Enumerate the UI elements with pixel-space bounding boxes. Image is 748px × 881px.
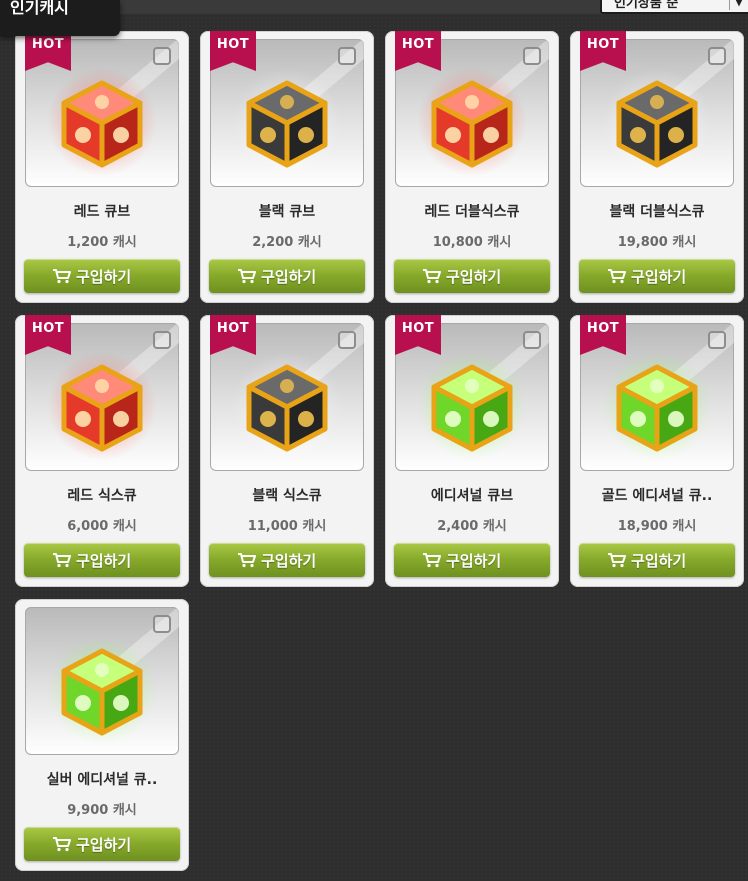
- product-price: 18,900 캐시: [617, 519, 697, 534]
- hot-badge-label: HOT: [586, 37, 620, 52]
- product-price: 9,900 캐시: [67, 803, 137, 818]
- product-price: 19,800 캐시: [617, 235, 697, 250]
- buy-button[interactable]: 구입하기: [24, 259, 180, 293]
- product-name[interactable]: 실버 에디셔널 큐..: [15, 769, 189, 789]
- product-price: 2,400 캐시: [437, 519, 507, 534]
- cart-icon: [607, 268, 627, 284]
- product-card[interactable]: HOT 레드 큐브 1,200 캐시구입하기: [15, 31, 189, 303]
- select-checkbox[interactable]: [153, 615, 171, 633]
- black-cube-icon: [607, 73, 707, 173]
- cart-icon: [52, 552, 72, 568]
- product-card[interactable]: HOT 블랙 큐브 2,200 캐시구입하기: [200, 31, 374, 303]
- black-cube-icon: [237, 357, 337, 457]
- cart-icon: [607, 552, 627, 568]
- hot-badge-label: HOT: [401, 37, 435, 52]
- select-checkbox[interactable]: [338, 331, 356, 349]
- buy-button-label: 구입하기: [631, 552, 687, 570]
- red-cube-icon: [52, 73, 152, 173]
- green-cube-icon: [52, 641, 152, 741]
- sort-dropdown-value: 인기상품 순: [614, 0, 679, 11]
- cart-icon: [237, 268, 257, 284]
- buy-button-label: 구입하기: [261, 552, 317, 570]
- product-card[interactable]: HOT 골드 에디셔널 큐.. 18,900 캐시구입하기: [570, 315, 744, 587]
- product-name[interactable]: 에디셔널 큐브: [385, 485, 559, 505]
- select-checkbox[interactable]: [708, 47, 726, 65]
- product-image[interactable]: [25, 607, 179, 755]
- buy-button-label: 구입하기: [446, 552, 502, 570]
- green-cube-icon: [607, 357, 707, 457]
- product-price: 6,000 캐시: [67, 519, 137, 534]
- product-price: 11,000 캐시: [247, 519, 327, 534]
- product-price: 10,800 캐시: [432, 235, 512, 250]
- hot-badge-label: HOT: [401, 321, 435, 336]
- product-card[interactable]: HOT 블랙 더블식스큐 19,800 캐시구입하기: [570, 31, 744, 303]
- buy-button-label: 구입하기: [76, 268, 132, 286]
- product-card[interactable]: 실버 에디셔널 큐.. 9,900 캐시구입하기: [15, 599, 189, 871]
- product-name[interactable]: 레드 더블식스큐: [385, 201, 559, 221]
- buy-button[interactable]: 구입하기: [24, 827, 180, 861]
- hot-badge-label: HOT: [216, 37, 250, 52]
- product-name[interactable]: 블랙 식스큐: [200, 485, 374, 505]
- product-price: 1,200 캐시: [67, 235, 137, 250]
- buy-button-label: 구입하기: [631, 268, 687, 286]
- select-checkbox[interactable]: [523, 47, 541, 65]
- category-tab[interactable]: 인기캐시: [0, 0, 120, 36]
- product-price: 2,200 캐시: [252, 235, 322, 250]
- product-card[interactable]: HOT 에디셔널 큐브 2,400 캐시구입하기: [385, 315, 559, 587]
- hot-badge-label: HOT: [216, 321, 250, 336]
- select-checkbox[interactable]: [523, 331, 541, 349]
- product-name[interactable]: 골드 에디셔널 큐..: [570, 485, 744, 505]
- select-checkbox[interactable]: [153, 47, 171, 65]
- buy-button[interactable]: 구입하기: [394, 259, 550, 293]
- product-name[interactable]: 블랙 더블식스큐: [570, 201, 744, 221]
- hot-badge-label: HOT: [31, 321, 65, 336]
- buy-button-label: 구입하기: [76, 836, 132, 854]
- cart-icon: [52, 836, 72, 852]
- category-tab-label: 인기캐시: [10, 0, 69, 17]
- select-checkbox[interactable]: [338, 47, 356, 65]
- product-name[interactable]: 레드 큐브: [15, 201, 189, 221]
- product-card[interactable]: HOT 레드 더블식스큐 10,800 캐시구입하기: [385, 31, 559, 303]
- buy-button[interactable]: 구입하기: [209, 543, 365, 577]
- buy-button-label: 구입하기: [446, 268, 502, 286]
- buy-button[interactable]: 구입하기: [209, 259, 365, 293]
- product-name[interactable]: 블랙 큐브: [200, 201, 374, 221]
- buy-button[interactable]: 구입하기: [394, 543, 550, 577]
- black-cube-icon: [237, 73, 337, 173]
- hot-badge-label: HOT: [31, 37, 65, 52]
- red-cube-icon: [422, 73, 522, 173]
- cart-icon: [52, 268, 72, 284]
- cart-icon: [422, 552, 442, 568]
- select-checkbox[interactable]: [153, 331, 171, 349]
- buy-button[interactable]: 구입하기: [579, 543, 735, 577]
- hot-badge-label: HOT: [586, 321, 620, 336]
- buy-button[interactable]: 구입하기: [24, 543, 180, 577]
- buy-button[interactable]: 구입하기: [579, 259, 735, 293]
- green-cube-icon: [422, 357, 522, 457]
- buy-button-label: 구입하기: [76, 552, 132, 570]
- product-card[interactable]: HOT 블랙 식스큐 11,000 캐시구입하기: [200, 315, 374, 587]
- product-name[interactable]: 레드 식스큐: [15, 485, 189, 505]
- red-cube-icon: [52, 357, 152, 457]
- sort-dropdown[interactable]: 인기상품 순 ▼: [600, 0, 748, 14]
- cart-icon: [422, 268, 442, 284]
- product-card[interactable]: HOT 레드 식스큐 6,000 캐시구입하기: [15, 315, 189, 587]
- cart-icon: [237, 552, 257, 568]
- chevron-down-icon: ▼: [729, 0, 748, 10]
- buy-button-label: 구입하기: [261, 268, 317, 286]
- select-checkbox[interactable]: [708, 331, 726, 349]
